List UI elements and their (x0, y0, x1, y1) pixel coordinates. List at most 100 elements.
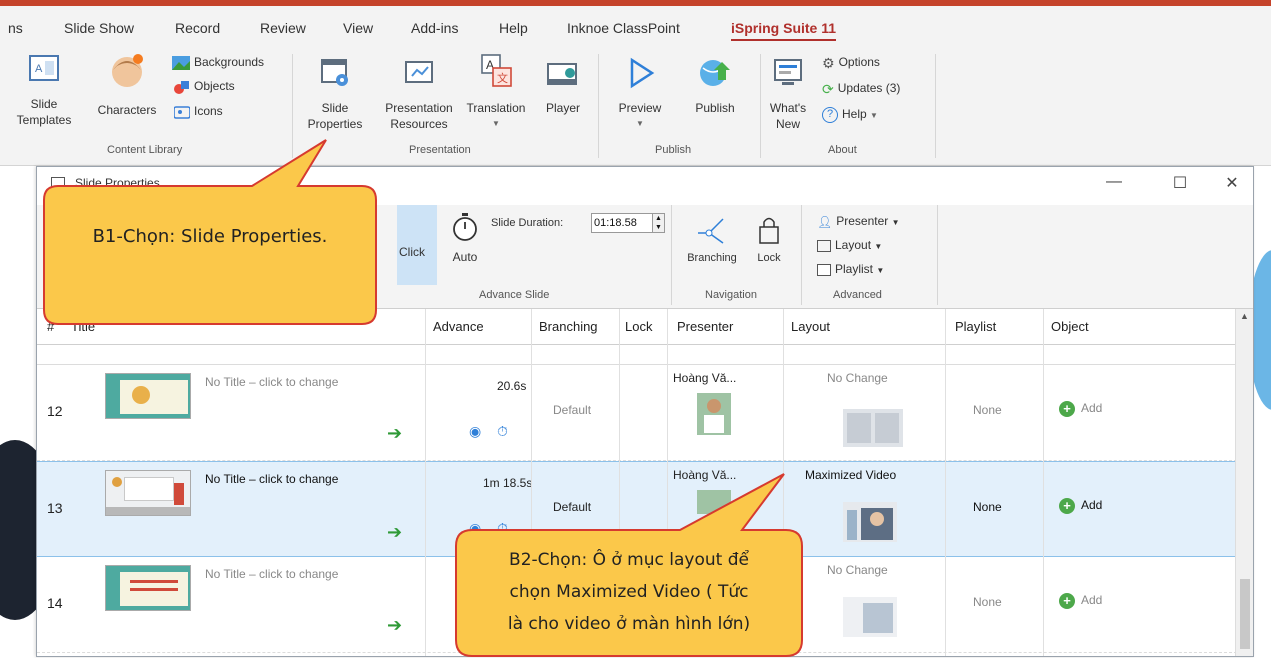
tab-review[interactable]: Review (260, 20, 306, 36)
auto-button[interactable]: Auto (443, 211, 487, 264)
playlist-dropdown[interactable]: Playlist ▼ (817, 259, 884, 279)
stopwatch-icon[interactable]: ⏱ (497, 423, 508, 440)
presenter-cell[interactable]: Hoàng Vă... (673, 371, 736, 385)
lock-button[interactable]: Lock (751, 213, 787, 264)
help-button[interactable]: ? Help ▼ (822, 104, 878, 124)
presentation-resources-icon (405, 61, 433, 83)
col-layout[interactable]: Layout (791, 319, 830, 334)
group-separator (760, 54, 761, 158)
plus-icon: + (1059, 593, 1075, 609)
click-advance-icon[interactable]: ◉ (469, 423, 481, 440)
slide-properties-button[interactable]: Slide Properties (296, 56, 374, 132)
slide-thumbnail[interactable] (105, 470, 191, 516)
preview-button[interactable]: Preview ▼ (608, 56, 672, 132)
slide-duration-input[interactable]: 01:18.58 ▲ ▼ (591, 213, 665, 233)
playlist-cell[interactable]: None (973, 403, 1002, 417)
navigation-group-label: Navigation (705, 289, 757, 301)
characters-label: Characters (97, 103, 157, 117)
group-separator (801, 205, 802, 305)
objects-button[interactable]: Objects (174, 76, 235, 96)
layout-dropdown[interactable]: Layout ▼ (817, 235, 882, 255)
maximize-button[interactable]: ☐ (1165, 173, 1195, 193)
backgrounds-icon (172, 55, 190, 70)
backgrounds-button[interactable]: Backgrounds (172, 52, 264, 72)
table-row[interactable]: 12 No Title – click to change ➔ 20.6s ◉ … (37, 365, 1237, 461)
layout-preview-maximized-video[interactable] (843, 502, 897, 542)
slide-duration-label: Slide Duration: (491, 217, 564, 229)
about-group-label: About (828, 144, 857, 156)
layout-cell[interactable]: No Change (827, 371, 888, 385)
column-divider (425, 309, 426, 656)
slide-templates-icon: A (29, 55, 59, 81)
group-separator (671, 205, 672, 305)
advance-slide-group-label: Advance Slide (479, 289, 550, 301)
help-icon: ? (822, 106, 838, 123)
slide-templates-button[interactable]: A Slide Templates (4, 52, 84, 128)
slide-title[interactable]: No Title – click to change (205, 567, 338, 581)
updates-button[interactable]: ⟳ Updates (3) (822, 78, 900, 98)
icons-button[interactable]: Icons (174, 101, 223, 121)
on-click-button[interactable]: Click (397, 205, 437, 285)
slide-thumbnail[interactable] (105, 565, 191, 611)
arrow-right-icon: ➔ (387, 615, 403, 635)
tab-slide-show[interactable]: Slide Show (64, 20, 134, 36)
slide-properties-icon (321, 59, 348, 86)
col-object[interactable]: Object (1051, 319, 1089, 334)
duration-spinner[interactable]: ▲ ▼ (652, 214, 664, 232)
scrollbar-thumb[interactable] (1240, 579, 1250, 649)
tab-ispring-suite[interactable]: iSpring Suite 11 (731, 20, 837, 41)
tab-add-ins[interactable]: Add-ins (411, 20, 458, 36)
add-object-button[interactable]: + Add (1059, 401, 1102, 417)
column-divider (945, 309, 946, 656)
options-button[interactable]: ⚙ Options (822, 52, 880, 72)
arrow-right-icon: ➔ (387, 423, 403, 443)
slide-title[interactable]: No Title – click to change (205, 375, 338, 389)
chevron-down-icon: ▼ (492, 119, 500, 128)
add-object-button[interactable]: + Add (1059, 593, 1102, 609)
close-button[interactable]: ✕ (1217, 173, 1247, 193)
layout-cell[interactable]: No Change (827, 563, 888, 577)
translation-label: Translation (466, 101, 526, 115)
publish-button[interactable]: Publish (680, 56, 750, 116)
tab-view[interactable]: View (343, 20, 373, 36)
playlist-cell[interactable]: None (973, 595, 1002, 609)
col-presenter[interactable]: Presenter (677, 319, 733, 334)
player-button[interactable]: Player (536, 60, 590, 116)
tab-help[interactable]: Help (499, 20, 528, 36)
minimize-button[interactable]: — (1099, 173, 1129, 191)
col-advance[interactable]: Advance (433, 319, 484, 334)
tab-inknoe-classpoint[interactable]: Inknoe ClassPoint (567, 20, 680, 36)
translation-button[interactable]: A文 Translation ▼ (460, 52, 532, 132)
branching-cell[interactable]: Default (553, 403, 591, 417)
tab-animations[interactable]: ns (8, 20, 23, 36)
whats-new-label: What's New (769, 101, 807, 131)
chevron-down-icon: ▼ (636, 119, 644, 128)
layout-icon (817, 239, 831, 252)
presenter-dropdown[interactable]: 👤︎ Presenter ▼ (817, 211, 900, 231)
chevron-up-icon[interactable]: ▲ (1240, 311, 1249, 321)
slide-properties-label: Slide Properties (307, 101, 363, 131)
stopwatch-icon (453, 213, 477, 241)
lock-icon (759, 217, 779, 244)
layout-preview[interactable] (843, 597, 897, 637)
characters-icon (112, 54, 143, 87)
callout-step2-text: B2-Chọn: Ô ở mục layout để chọn Maximize… (507, 550, 751, 634)
layout-preview[interactable] (843, 409, 903, 447)
branching-icon (698, 218, 724, 244)
col-branching[interactable]: Branching (539, 319, 598, 334)
playlist-cell[interactable]: None (973, 500, 1002, 514)
col-lock[interactable]: Lock (625, 319, 652, 334)
presentation-resources-button[interactable]: Presentation Resources (376, 56, 462, 132)
branching-button[interactable]: Branching (677, 213, 747, 264)
add-object-button[interactable]: + Add (1059, 498, 1102, 514)
whats-new-button[interactable]: What's New (762, 56, 814, 132)
group-separator (598, 54, 599, 158)
vertical-scrollbar[interactable]: ▲ (1235, 309, 1253, 656)
slide-thumbnail[interactable] (105, 373, 191, 419)
presenter-avatar (697, 393, 731, 435)
slide-title[interactable]: No Title – click to change (205, 472, 338, 486)
col-playlist[interactable]: Playlist (955, 319, 996, 334)
characters-button[interactable]: Characters (88, 52, 166, 118)
layout-cell[interactable]: Maximized Video (805, 468, 896, 482)
tab-record[interactable]: Record (175, 20, 220, 36)
